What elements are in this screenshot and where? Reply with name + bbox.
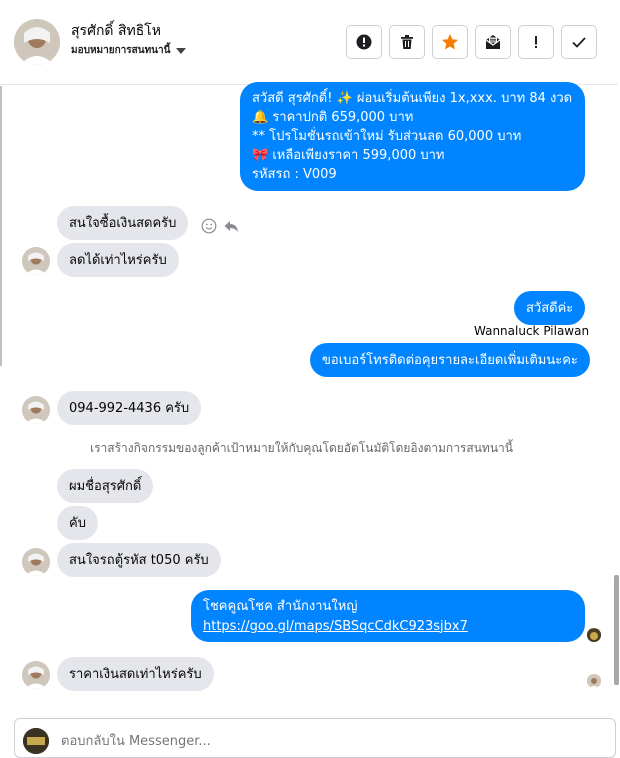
promo-line-2: 🔔 ราคาปกติ 659,000 บาท [252, 110, 414, 125]
incoming-message: สนใจซื้อเงินสดครับ [57, 206, 189, 240]
incoming-message: ราคาเงินสดเท่าไหร่ครับ [57, 657, 214, 691]
incoming-message: ผมชื่อสุรศักดิ์ [57, 469, 154, 503]
star-icon [442, 34, 458, 50]
promo-line-5: รหัสรถ : V009 [252, 167, 337, 182]
reply-input[interactable] [59, 733, 543, 750]
trash-icon [401, 35, 413, 49]
incoming-message: 094-992-4436 ครับ [57, 391, 202, 425]
mark-important-button[interactable] [518, 25, 554, 59]
promo-line-4: 🎀 เหลือเพียงราคา 599,000 บาท [252, 148, 445, 163]
seen-avatar [587, 628, 601, 642]
promo-line-3: ** โปรโมชั่นรถเข้าใหม่ รับส่วนลด 60,000 … [252, 129, 522, 144]
assign-conversation-dropdown[interactable]: มอบหมายการสนทนานี้ [71, 43, 187, 58]
alert-circle-icon [356, 34, 372, 50]
location-title: โชคคูณโชค สำนักงานใหญ่ [203, 599, 358, 614]
left-scrollbar[interactable] [0, 86, 2, 366]
reply-composer[interactable] [14, 718, 616, 758]
outgoing-message: สวัสดีค่ะ [514, 291, 586, 325]
incoming-message: สนใจรถตู้รหัส t050 ครับ [57, 543, 221, 577]
read-receipt-avatar [587, 674, 601, 688]
conversation-header: สุรศักดิ์ สิทธิโห มอบหมายการสนทนานี้ [0, 0, 618, 85]
agent-name: Wannaluck Pilawan [474, 324, 590, 338]
assign-label: มอบหมายการสนทนานี้ [71, 45, 171, 56]
incoming-message: คับ [57, 506, 98, 540]
emoji-react-icon[interactable] [201, 218, 217, 234]
map-link[interactable]: https://goo.gl/maps/SBSqcCdkC923sjbx7 [203, 617, 573, 637]
mark-unread-button[interactable] [475, 25, 511, 59]
check-icon [572, 37, 586, 48]
incoming-message: ลดได้เท่าไหร่ครับ [57, 243, 179, 277]
reply-icon[interactable] [223, 218, 239, 234]
outgoing-message: ขอเบอร์โทรติดต่อคุยรายละเอียดเพิ่มเติมนะ… [310, 343, 590, 377]
system-note: เราสร้างกิจกรรมของลูกค้าเป้าหมายให้กับคุ… [90, 441, 513, 455]
mark-unread-icon [485, 35, 501, 49]
promo-line-1: สวัสดี สุรศักดิ์! ✨ ผ่อนเริ่มต้นเพียง 1x… [252, 91, 573, 106]
promo-message: สวัสดี สุรศักดิ์! ✨ ผ่อนเริ่มต้นเพียง 1x… [240, 82, 585, 191]
message-actions [201, 218, 239, 234]
delete-button[interactable] [389, 25, 425, 59]
contact-avatar-small [22, 247, 50, 275]
scrollbar-thumb[interactable] [614, 575, 619, 685]
contact-avatar-small [22, 548, 50, 576]
report-button[interactable] [346, 25, 382, 59]
location-message: โชคคูณโชค สำนักงานใหญ่ https://goo.gl/ma… [191, 590, 585, 642]
page-avatar [23, 728, 49, 754]
star-button[interactable] [432, 25, 468, 59]
contact-avatar-small [22, 396, 50, 424]
contact-name: สุรศักดิ์ สิทธิโห [71, 23, 162, 39]
exclamation-icon [535, 36, 537, 48]
contact-avatar-small [22, 661, 50, 689]
mark-done-button[interactable] [561, 25, 597, 59]
contact-avatar[interactable] [14, 19, 60, 65]
chevron-down-icon [176, 47, 187, 54]
